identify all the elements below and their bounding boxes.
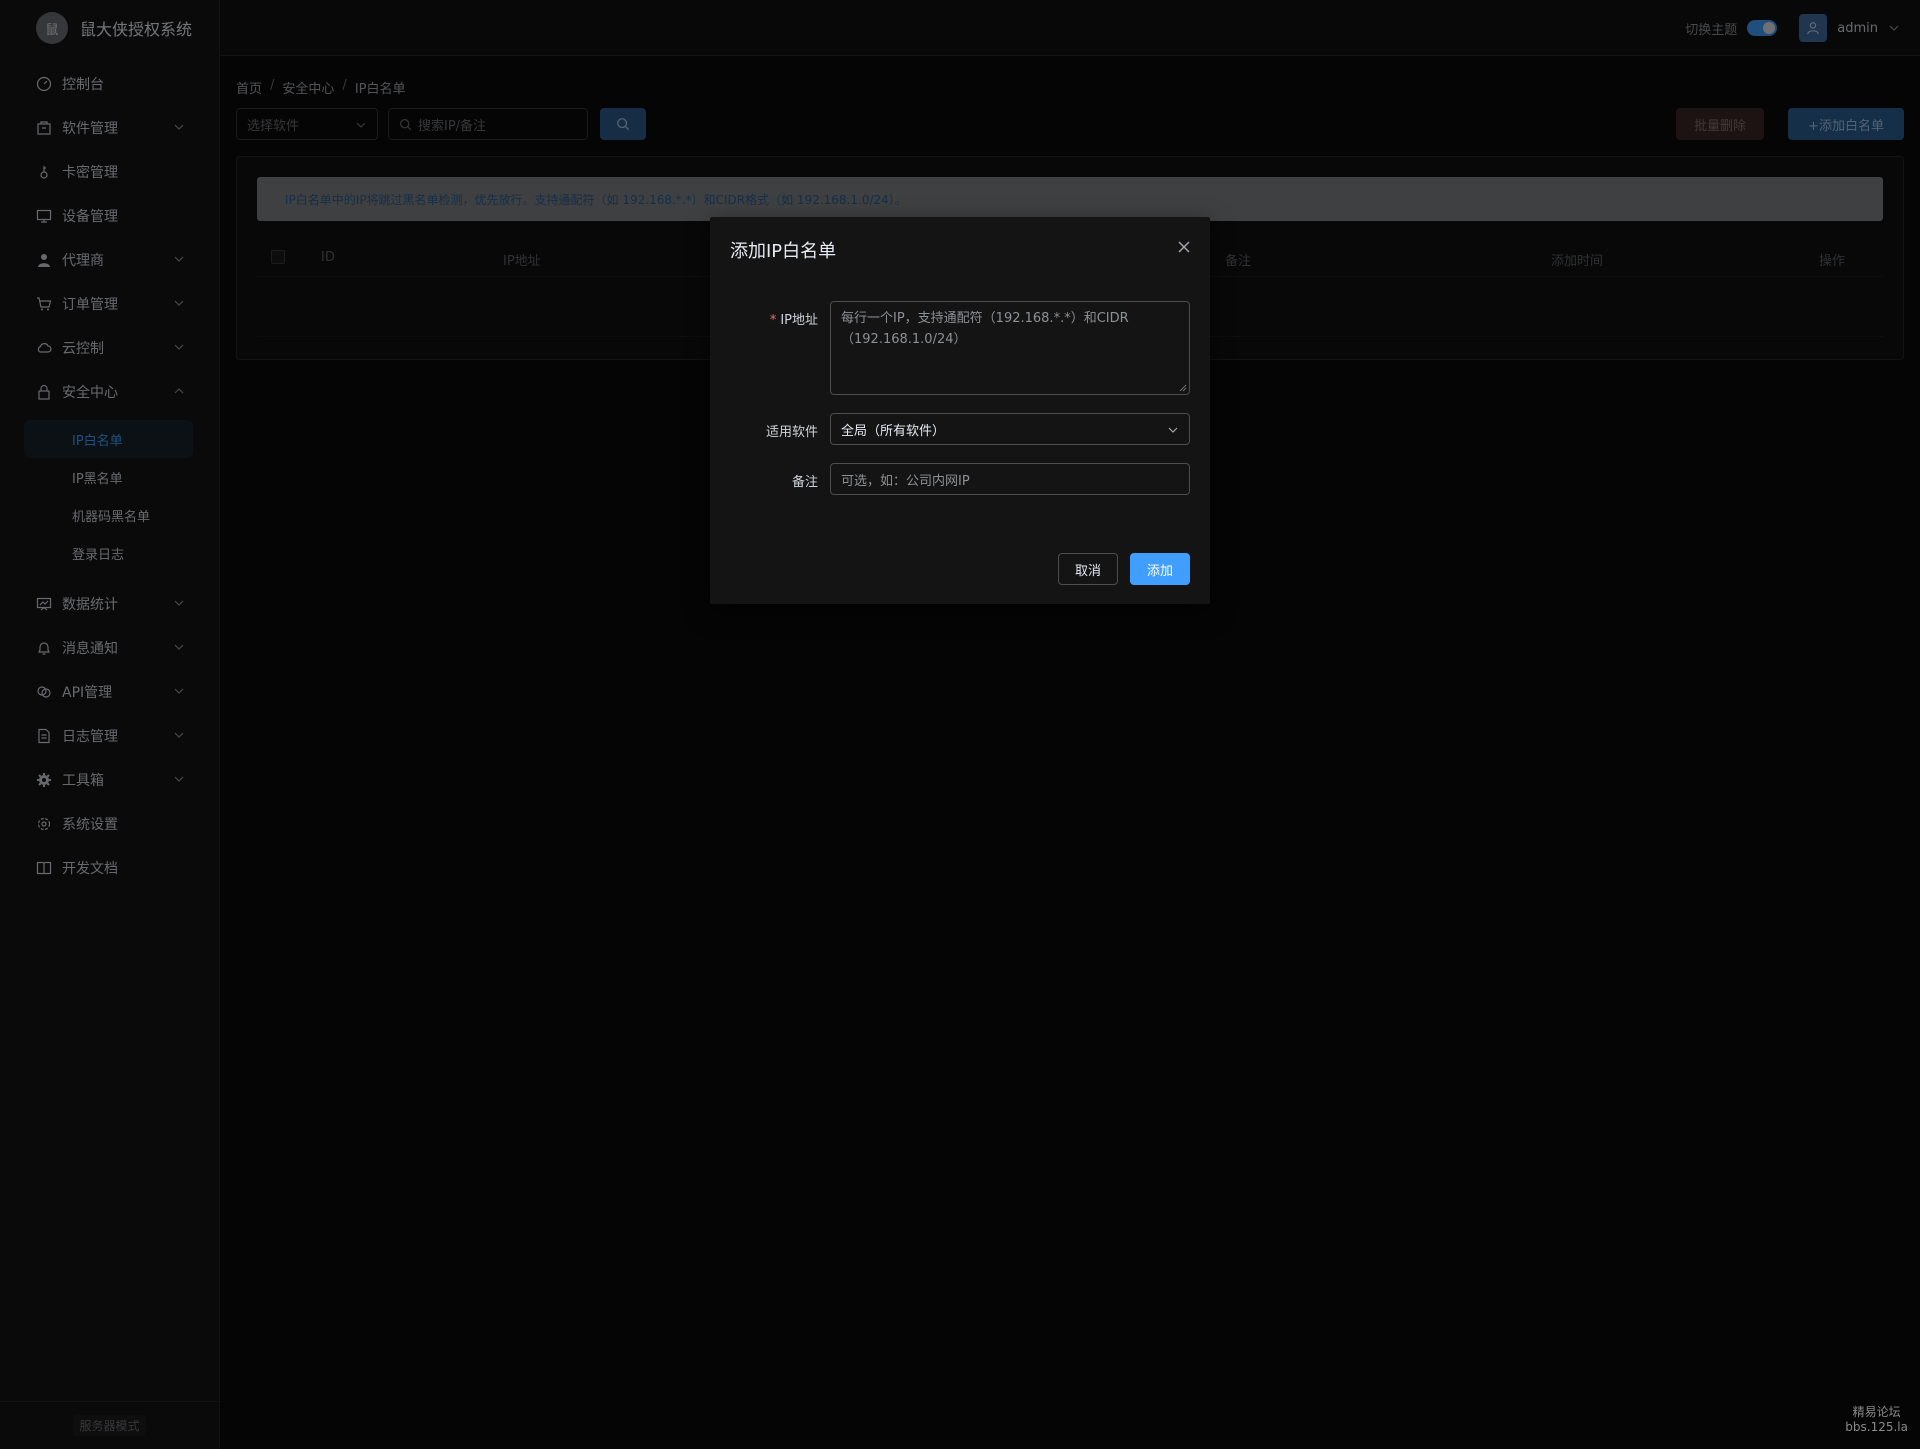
ip-textarea-placeholder: 每行一个IP，支持通配符（192.168.*.*）和CIDR（192.168.1… xyxy=(841,311,1129,347)
chevron-down-icon xyxy=(1168,427,1178,433)
confirm-add-button[interactable]: 添加 xyxy=(1130,553,1190,585)
software-select-field[interactable]: 全局（所有软件） xyxy=(830,413,1190,445)
software-select-value: 全局（所有软件） xyxy=(841,423,946,439)
remark-placeholder: 可选，如：公司内网IP xyxy=(841,473,970,489)
software-label: 适用软件 xyxy=(765,425,818,440)
close-icon[interactable] xyxy=(1176,239,1192,255)
add-whitelist-dialog: 添加IP白名单 * IP地址 每行一个IP，支持通配符（192.168.*.*）和… xyxy=(710,217,1210,604)
dialog-title: 添加IP白名单 xyxy=(730,241,837,262)
watermark-line-1: 精易论坛 xyxy=(1852,1405,1901,1419)
forum-watermark: 精易论坛 bbs.125.la xyxy=(1845,1405,1908,1435)
remark-input[interactable]: 可选，如：公司内网IP xyxy=(830,463,1190,495)
watermark-line-2: bbs.125.la xyxy=(1845,1420,1908,1434)
ip-textarea[interactable]: 每行一个IP，支持通配符（192.168.*.*）和CIDR（192.168.1… xyxy=(830,301,1190,395)
required-mark: * xyxy=(769,313,777,328)
app-root: 鼠 鼠大侠授权系统 控制台 软件管理 卡密管理 设备管理 xyxy=(0,0,1920,1449)
remark-label: 备注 xyxy=(791,475,818,490)
resize-handle-icon[interactable] xyxy=(1179,384,1187,392)
ip-label-text: IP地址 xyxy=(780,313,818,328)
ip-label: * IP地址 xyxy=(770,309,818,328)
cancel-button[interactable]: 取消 xyxy=(1058,553,1118,585)
